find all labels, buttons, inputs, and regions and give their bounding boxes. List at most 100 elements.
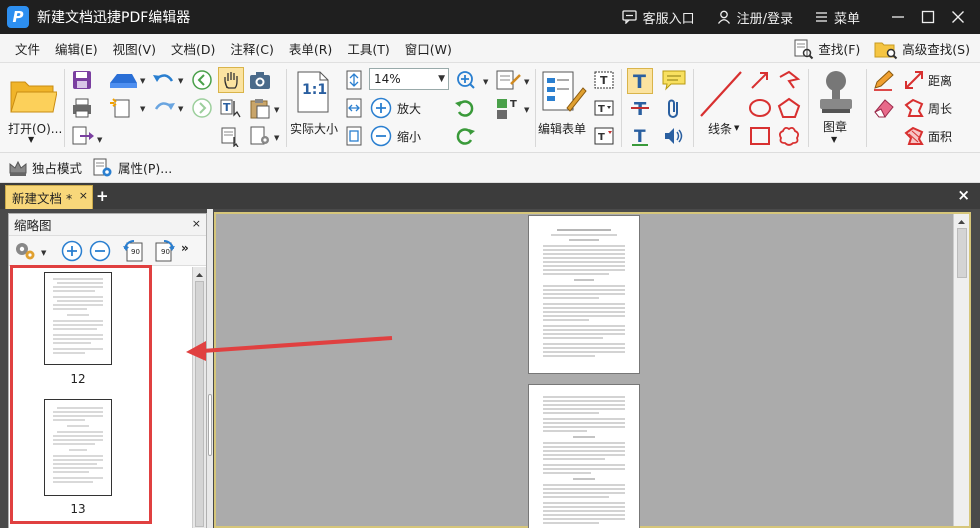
thumbnail-options-button[interactable]: ▼: [12, 239, 50, 263]
properties-button[interactable]: 属性(P)...: [92, 158, 172, 178]
open-button[interactable]: [8, 71, 58, 119]
cloud-tool-button[interactable]: [776, 124, 802, 148]
zoom-out-label[interactable]: 缩小: [397, 128, 421, 145]
thumbnail-zoom-out-button[interactable]: [88, 239, 112, 263]
menu-comment[interactable]: 注释(C): [224, 39, 279, 58]
form-field-list-button[interactable]: T: [592, 124, 616, 148]
arrow-tool-button[interactable]: [747, 68, 773, 92]
fit-width-button[interactable]: [343, 68, 365, 92]
rectangle-tool-button[interactable]: [747, 124, 773, 148]
more-options-icon[interactable]: »: [181, 241, 189, 255]
print-button[interactable]: [70, 96, 94, 120]
tab-close-icon[interactable]: ×: [79, 189, 88, 202]
panel-splitter[interactable]: [207, 209, 213, 528]
thumbnail-scrollbar[interactable]: [192, 267, 206, 528]
stamp-dropdown-arrow[interactable]: ▼: [831, 135, 837, 144]
menu-file[interactable]: 文件: [9, 39, 46, 58]
underline-button[interactable]: T: [627, 124, 653, 148]
scan-button[interactable]: ▼: [107, 68, 147, 92]
comment-note-button[interactable]: [660, 68, 688, 92]
ellipse-tool-button[interactable]: [747, 96, 773, 120]
menu-tools[interactable]: 工具(T): [341, 39, 395, 58]
menu-view[interactable]: 视图(V): [107, 39, 162, 58]
zoom-select[interactable]: 14% ▼: [369, 68, 449, 90]
paste-button[interactable]: ▼: [247, 96, 283, 120]
find-button[interactable]: 查找(F): [792, 38, 860, 60]
insert-page-button[interactable]: T ▼: [493, 96, 533, 122]
pencil-tool-button[interactable]: [871, 68, 897, 92]
splitter-grip[interactable]: [208, 394, 212, 456]
menu-edit[interactable]: 编辑(E): [49, 39, 104, 58]
open-dropdown-arrow[interactable]: ▼: [28, 135, 34, 144]
stamp-button[interactable]: [812, 68, 860, 118]
hand-tool-button[interactable]: [218, 67, 244, 93]
zoom-in-button[interactable]: [369, 96, 393, 120]
line-tool-button[interactable]: [697, 68, 745, 120]
fit-visible-button[interactable]: [343, 124, 365, 148]
perimeter-label[interactable]: 周长: [928, 100, 952, 117]
customer-service-link[interactable]: 客服入口: [621, 8, 695, 27]
snapshot-button[interactable]: [247, 68, 273, 92]
undo-button[interactable]: ▼: [150, 68, 186, 92]
document-tools-button[interactable]: ▼: [247, 124, 283, 148]
document-page[interactable]: [528, 215, 640, 374]
zoom-in-label[interactable]: 放大: [397, 100, 421, 117]
menu-form[interactable]: 表单(R): [283, 39, 338, 58]
form-field-text-button[interactable]: T: [592, 68, 616, 92]
minimize-button[interactable]: [884, 0, 912, 34]
next-view-button[interactable]: [190, 96, 214, 120]
advanced-find-button[interactable]: 高级查找(S): [874, 38, 970, 60]
actual-size-label[interactable]: 实际大小: [290, 120, 338, 137]
new-document-button[interactable]: ▼: [107, 96, 147, 120]
eraser-tool-button[interactable]: [871, 96, 897, 120]
area-label[interactable]: 面积: [928, 128, 952, 145]
open-label[interactable]: 打开(O)...: [8, 120, 62, 137]
strikeout-button[interactable]: T: [627, 96, 653, 120]
polygon-tool-button[interactable]: [776, 96, 802, 120]
distance-tool-button[interactable]: [902, 68, 926, 92]
exclusive-mode-label: 独占模式: [32, 161, 83, 176]
line-dropdown-arrow[interactable]: ▼: [734, 124, 739, 132]
menu-document[interactable]: 文档(D): [165, 39, 221, 58]
edit-form-button[interactable]: [538, 69, 588, 115]
attach-file-button[interactable]: [660, 96, 688, 120]
zoom-in-toggle[interactable]: ▼: [453, 68, 493, 92]
area-tool-button[interactable]: [902, 124, 926, 148]
rotate-right-button[interactable]: [453, 124, 477, 148]
perimeter-tool-button[interactable]: [902, 96, 926, 120]
scrollbar-thumb[interactable]: [957, 228, 967, 278]
tab-new-document[interactable]: 新建文档 * ×: [5, 185, 93, 209]
select-text-button[interactable]: T: [218, 96, 244, 120]
close-all-tabs-button[interactable]: ×: [957, 188, 970, 203]
typewriter-button[interactable]: T: [627, 68, 653, 94]
thumbnail-zoom-in-button[interactable]: [60, 239, 84, 263]
line-label[interactable]: 线条: [708, 120, 732, 137]
insert-text-button[interactable]: ▼: [493, 68, 533, 92]
export-button[interactable]: ▼: [70, 124, 104, 148]
exclusive-mode-button[interactable]: 独占模式: [8, 158, 82, 177]
rotate-left-button[interactable]: [453, 96, 477, 120]
fit-height-button[interactable]: [343, 96, 365, 120]
redo-button[interactable]: ▼: [150, 96, 186, 120]
polyline-tool-button[interactable]: [776, 68, 802, 92]
register-login-link[interactable]: 注册/登录: [717, 8, 793, 27]
close-window-button[interactable]: [944, 0, 972, 34]
panel-close-icon[interactable]: ×: [192, 217, 201, 230]
maximize-button[interactable]: [914, 0, 942, 34]
form-field-combo-button[interactable]: T: [592, 96, 616, 120]
attach-sound-button[interactable]: [660, 124, 688, 148]
stamp-label[interactable]: 图章: [823, 118, 847, 135]
edit-form-label[interactable]: 编辑表单: [538, 120, 586, 137]
menu-window[interactable]: 窗口(W): [399, 39, 458, 58]
zoom-out-button[interactable]: [369, 124, 393, 148]
select-annotation-button[interactable]: [218, 124, 244, 148]
scrollbar-thumb[interactable]: [195, 281, 204, 527]
viewer-scrollbar[interactable]: [953, 214, 969, 526]
document-viewer[interactable]: [214, 212, 971, 528]
add-tab-button[interactable]: +: [96, 189, 109, 204]
distance-label[interactable]: 距离: [928, 72, 952, 89]
previous-view-button[interactable]: [190, 68, 214, 92]
menu-button[interactable]: 菜单: [815, 8, 860, 27]
save-button[interactable]: [70, 68, 94, 92]
document-page[interactable]: [528, 384, 640, 528]
